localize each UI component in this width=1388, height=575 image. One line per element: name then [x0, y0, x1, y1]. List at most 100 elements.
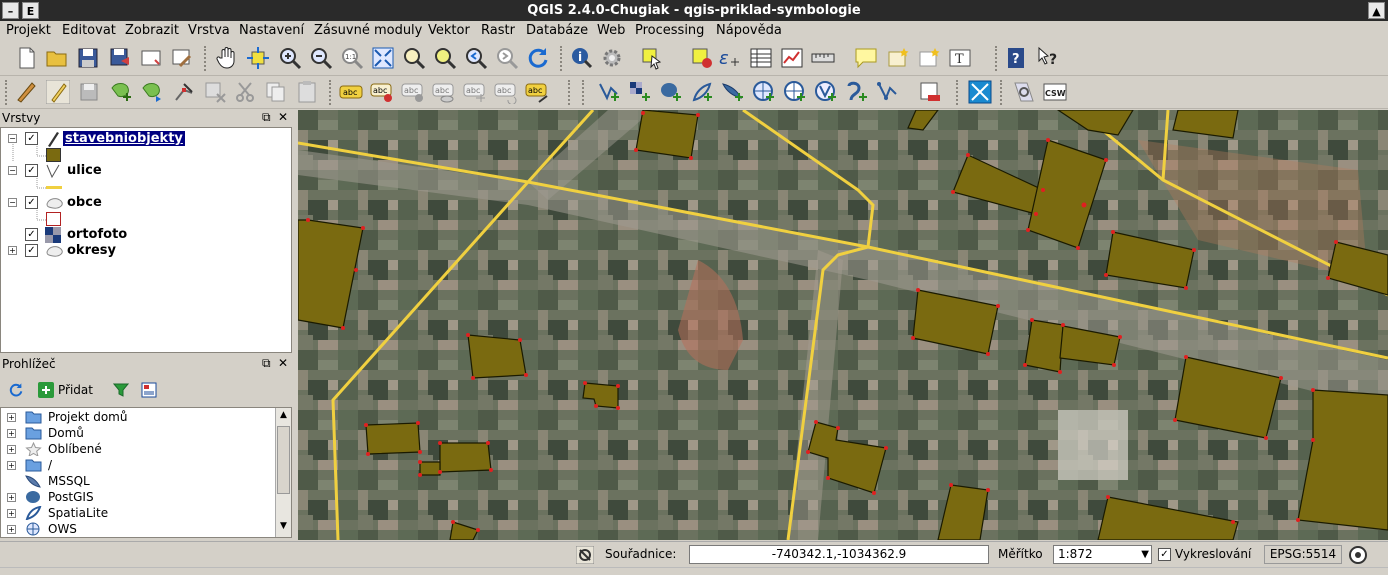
new-bookmark-icon[interactable]: [886, 46, 910, 70]
menu-vrstva[interactable]: Vrstva: [188, 23, 230, 38]
toolbar-grip[interactable]: [329, 80, 333, 105]
layer-labeling-icon[interactable]: abc: [339, 80, 363, 104]
menu-processing[interactable]: Processing: [635, 23, 704, 38]
help-icon[interactable]: ?: [1005, 46, 1029, 70]
scroll-up-icon[interactable]: ▲: [277, 410, 290, 424]
add-wfs-layer-icon[interactable]: [814, 80, 838, 104]
add-postgis-layer-icon[interactable]: [659, 80, 683, 104]
collapse-all-icon[interactable]: [141, 382, 157, 398]
browser-item-projekt-domu[interactable]: + Projekt domů: [1, 409, 273, 425]
current-edits-icon[interactable]: [14, 80, 38, 104]
browser-item-ows[interactable]: + OWS: [1, 521, 273, 537]
zoom-next-icon[interactable]: [495, 46, 519, 70]
scale-combobox[interactable]: 1:872 ▼: [1053, 545, 1152, 564]
layer-visibility-checkbox[interactable]: ✓: [25, 132, 38, 145]
toolbar-grip[interactable]: [5, 80, 9, 105]
add-delimited-text-icon[interactable]: [845, 80, 869, 104]
toolbar-grip[interactable]: [582, 80, 586, 105]
browser-item-postgis[interactable]: + PostGIS: [1, 489, 273, 505]
deselect-icon[interactable]: [690, 46, 714, 70]
float-panel-icon[interactable]: ⧉: [262, 110, 271, 125]
zoom-actual-size-icon[interactable]: 1:1: [340, 46, 364, 70]
expand-icon[interactable]: +: [7, 413, 16, 422]
add-mssql-layer-icon[interactable]: [721, 80, 745, 104]
layer-item-okresy[interactable]: + ✓ okresy: [1, 243, 291, 259]
log-messages-icon[interactable]: [1348, 545, 1368, 565]
map-render[interactable]: [298, 110, 1388, 540]
menu-napoveda[interactable]: Nápověda: [716, 23, 782, 38]
zoom-to-selection-icon[interactable]: [433, 46, 457, 70]
filter-icon[interactable]: [113, 382, 129, 398]
layer-visibility-checkbox[interactable]: ✓: [25, 228, 38, 241]
label-highlight-icon[interactable]: abc: [401, 80, 425, 104]
expand-icon[interactable]: +: [7, 493, 16, 502]
layer-visibility-checkbox[interactable]: ✓: [25, 244, 38, 257]
add-spatialite-layer-icon[interactable]: [690, 80, 714, 104]
metasearch-icon[interactable]: [1012, 80, 1036, 104]
new-shapefile-icon[interactable]: [876, 80, 900, 104]
map-canvas[interactable]: [298, 110, 1388, 540]
close-panel-icon[interactable]: ✕: [278, 110, 288, 124]
browser-item-mssql[interactable]: MSSQL: [1, 473, 273, 489]
text-annotation-icon[interactable]: T: [948, 46, 972, 70]
add-wcs-layer-icon[interactable]: [783, 80, 807, 104]
coordinate-toggle-icon[interactable]: [576, 546, 594, 564]
coordinates-field[interactable]: -740342.1,-1034362.9: [689, 545, 989, 564]
menu-editovat[interactable]: Editovat: [62, 23, 116, 38]
delete-selected-icon[interactable]: [203, 80, 227, 104]
float-panel-icon[interactable]: ⧉: [262, 356, 271, 371]
menu-nastaveni[interactable]: Nastavení: [239, 23, 304, 38]
menu-zasuvne-moduly[interactable]: Zásuvné moduly: [314, 23, 422, 38]
pan-hand-icon[interactable]: [215, 46, 239, 70]
move-feature-icon[interactable]: [140, 80, 164, 104]
map-tips-icon[interactable]: [854, 46, 878, 70]
toolbar-grip[interactable]: [1000, 80, 1004, 105]
browser-item-oblibene[interactable]: + Oblíbené: [1, 441, 273, 457]
render-checkbox[interactable]: ✓: [1158, 548, 1171, 561]
toolbar-grip[interactable]: [560, 46, 564, 71]
menu-projekt[interactable]: Projekt: [6, 23, 51, 38]
cut-features-icon[interactable]: [234, 80, 258, 104]
polygon-symbol-swatch[interactable]: [46, 148, 61, 162]
zoom-to-layer-icon[interactable]: [402, 46, 426, 70]
expand-icon[interactable]: +: [8, 246, 17, 255]
node-tool-icon[interactable]: [172, 80, 196, 104]
label-pin-icon[interactable]: abc: [370, 80, 394, 104]
browser-item-spatialite[interactable]: + SpatiaLite: [1, 505, 273, 521]
statistics-icon[interactable]: [780, 46, 804, 70]
csw-icon[interactable]: CSW: [1043, 80, 1067, 104]
collapse-icon[interactable]: −: [8, 134, 17, 143]
browser-scrollbar[interactable]: ▲ ▼: [275, 408, 291, 537]
zoom-in-icon[interactable]: [278, 46, 302, 70]
expand-icon[interactable]: +: [7, 445, 16, 454]
measure-icon[interactable]: [811, 46, 835, 70]
label-show-hide-icon[interactable]: abc: [432, 80, 456, 104]
menu-web[interactable]: Web: [597, 23, 625, 38]
chevron-down-icon[interactable]: ▼: [1141, 546, 1149, 563]
maximize-button[interactable]: ▲: [1368, 2, 1385, 19]
menu-zobrazit[interactable]: Zobrazit: [125, 23, 179, 38]
paste-features-icon[interactable]: [295, 80, 319, 104]
zoom-full-icon[interactable]: [371, 46, 395, 70]
select-features-icon[interactable]: [640, 46, 664, 70]
label-rotate-icon[interactable]: abc: [494, 80, 518, 104]
zoom-last-icon[interactable]: [464, 46, 488, 70]
field-calculator-icon[interactable]: ε: [717, 46, 741, 70]
scroll-down-icon[interactable]: ▼: [277, 521, 290, 535]
add-raster-layer-icon[interactable]: [628, 80, 652, 104]
save-edits-icon[interactable]: [77, 80, 101, 104]
label-move-icon[interactable]: abc: [463, 80, 487, 104]
refresh-icon[interactable]: [8, 382, 24, 398]
layer-visibility-checkbox[interactable]: ✓: [25, 196, 38, 209]
collapse-icon[interactable]: −: [8, 198, 17, 207]
menu-databaze[interactable]: Databáze: [526, 23, 588, 38]
toolbar-grip[interactable]: [995, 46, 999, 71]
browser-item-root[interactable]: + /: [1, 457, 273, 473]
browser-item-domu[interactable]: + Domů: [1, 425, 273, 441]
scroll-thumb[interactable]: [277, 426, 290, 494]
layer-item-ortofoto[interactable]: ✓ ortofoto: [1, 227, 291, 243]
composer-manager-icon[interactable]: [170, 46, 194, 70]
expand-icon[interactable]: +: [7, 509, 16, 518]
expand-icon[interactable]: +: [7, 429, 16, 438]
save-as-icon[interactable]: [108, 46, 132, 70]
